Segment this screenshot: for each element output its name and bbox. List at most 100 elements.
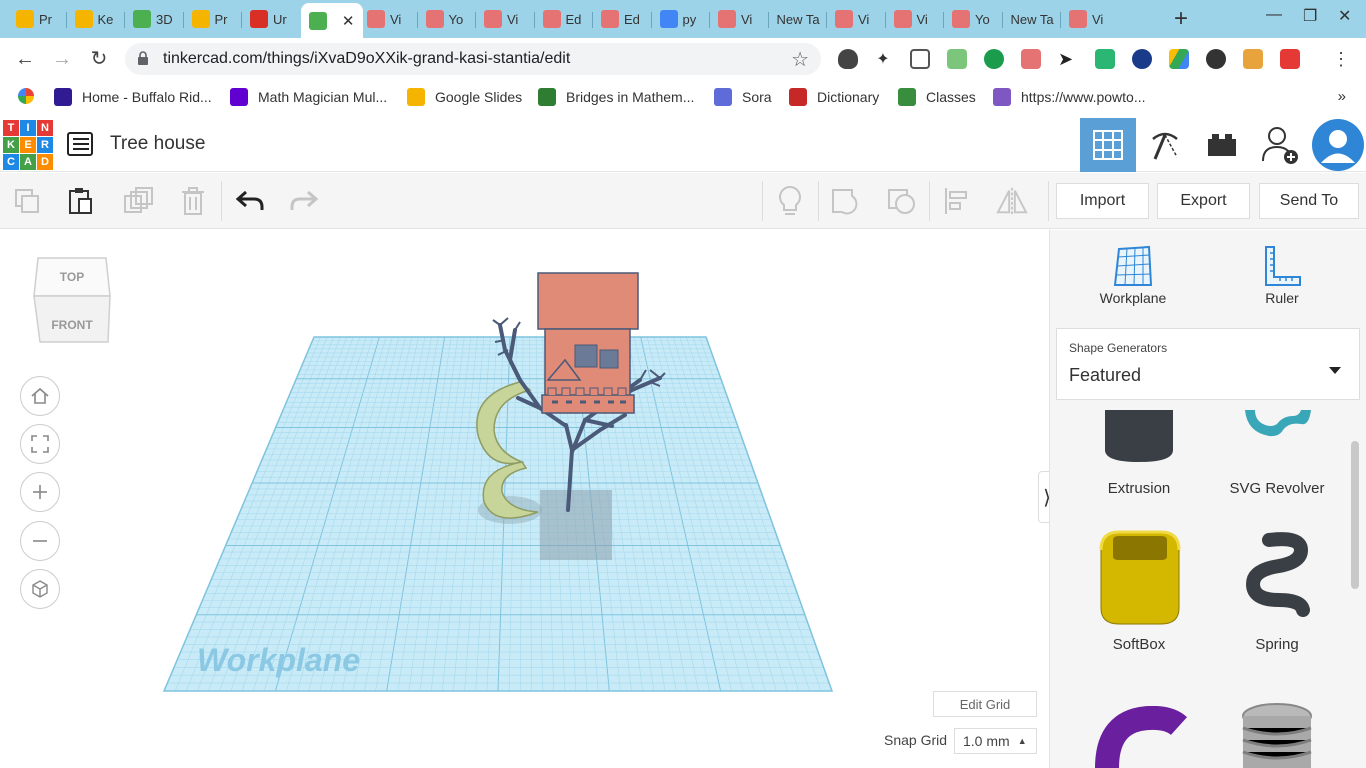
forward-icon[interactable]: → xyxy=(49,46,75,72)
bookmark-item[interactable]: Classes xyxy=(898,88,976,106)
bookmark-label: Sora xyxy=(742,89,772,105)
undo-icon xyxy=(236,190,264,210)
browser-tab[interactable]: New Ta xyxy=(769,4,826,34)
browser-tab[interactable]: Yo xyxy=(944,4,1001,34)
send-to-button[interactable]: Send To xyxy=(1259,183,1359,219)
bookmark-item[interactable]: Math Magician Mul... xyxy=(230,88,387,106)
blocks-view-button[interactable] xyxy=(1137,118,1193,172)
bookmark-item[interactable]: https://www.powto... xyxy=(993,88,1146,106)
copy-button[interactable] xyxy=(11,185,43,217)
tab-favicon-icon xyxy=(893,10,912,28)
export-button[interactable]: Export xyxy=(1157,183,1250,219)
minimize-icon[interactable]: — xyxy=(1266,6,1282,24)
browser-tab[interactable]: Ke xyxy=(67,4,124,34)
browser-tab[interactable]: Vi xyxy=(827,4,884,34)
address-bar[interactable]: tinkercad.com/things/iXvaD9oXXik-grand-k… xyxy=(125,43,821,75)
tab-label: Vi xyxy=(916,11,928,27)
bookmarks-more[interactable]: » xyxy=(1338,88,1346,105)
add-user-button[interactable] xyxy=(1252,118,1308,172)
duplicate-button[interactable] xyxy=(122,185,154,217)
shape-svg-revolver[interactable]: SVG Revolver xyxy=(1217,410,1337,497)
pin-extension-icon[interactable] xyxy=(984,49,1004,69)
browser-tab[interactable]: Yo xyxy=(418,4,475,34)
browser-tab[interactable]: Vi xyxy=(710,4,767,34)
close-tab-icon[interactable]: ✕ xyxy=(342,12,355,30)
restore-icon[interactable]: ❐ xyxy=(1303,6,1317,26)
3d-design-view-button[interactable] xyxy=(1080,118,1136,172)
browser-tab[interactable]: Vi xyxy=(359,4,416,34)
tab-favicon-icon xyxy=(659,10,678,28)
spring-shape-icon xyxy=(1245,532,1310,617)
screen-extension-icon[interactable] xyxy=(947,49,967,69)
menu-kebab-icon[interactable]: ⋮ xyxy=(1328,46,1354,72)
bookmark-item[interactable]: Home - Buffalo Rid... xyxy=(54,88,212,106)
bird-extension-icon[interactable]: ✦ xyxy=(873,49,893,69)
align-button[interactable] xyxy=(941,185,973,217)
bookmark-item[interactable]: Google Slides xyxy=(407,88,522,106)
puzzle-extension-icon[interactable] xyxy=(1243,49,1263,69)
shape-generators-dropdown[interactable]: Shape Generators Featured xyxy=(1056,328,1360,400)
tab-label: New Ta xyxy=(776,11,820,27)
caret-down-icon xyxy=(1329,367,1341,374)
paste-button[interactable] xyxy=(65,185,97,217)
shape-softbox[interactable]: SoftBox xyxy=(1079,526,1199,653)
import-button[interactable]: Import xyxy=(1056,183,1149,219)
browser-tab[interactable]: Pr xyxy=(8,4,65,34)
user-avatar[interactable] xyxy=(1310,118,1366,172)
3d-viewport[interactable]: TOP FRONT Workplane Edit Grid Snap Grid … xyxy=(0,230,1056,768)
browser-tab[interactable]: Ed xyxy=(593,4,650,34)
bookmark-item[interactable]: Dictionary xyxy=(789,88,879,106)
shapes-panel-scrollbar[interactable] xyxy=(1351,441,1359,589)
shape-spring[interactable]: Spring xyxy=(1217,526,1337,653)
circles-extension-icon[interactable] xyxy=(1206,49,1226,69)
new-tab-button[interactable]: + xyxy=(1170,5,1192,33)
drive-extension-icon[interactable] xyxy=(1169,49,1189,69)
browser-tab[interactable]: ✕ xyxy=(300,3,363,38)
group-button[interactable] xyxy=(830,185,862,217)
browser-tab[interactable]: py xyxy=(652,4,709,34)
project-title[interactable]: Tree house xyxy=(110,133,205,155)
mirror-button[interactable] xyxy=(996,185,1028,217)
browser-tab[interactable]: 3D xyxy=(125,4,182,34)
browser-tab[interactable]: Pr xyxy=(184,4,241,34)
bricks-view-button[interactable] xyxy=(1194,118,1250,172)
browser-tab[interactable]: Ed xyxy=(535,4,592,34)
ruler-tool[interactable]: Ruler xyxy=(1237,242,1327,306)
browser-tab[interactable]: Vi xyxy=(476,4,533,34)
redo-button[interactable] xyxy=(288,185,320,217)
shield-extension-icon[interactable] xyxy=(838,49,858,69)
workplane-scene[interactable] xyxy=(0,230,1048,768)
reload-icon[interactable]: ↻ xyxy=(86,46,112,72)
close-window-icon[interactable]: ✕ xyxy=(1338,6,1351,26)
delete-button[interactable] xyxy=(177,185,209,217)
ungroup-button[interactable] xyxy=(886,185,918,217)
workplane-tool[interactable]: Workplane xyxy=(1088,242,1178,306)
browser-tab[interactable]: Vi xyxy=(1061,4,1118,34)
tinkercad-logo[interactable]: TIN KER CAD xyxy=(3,120,53,170)
k-extension-icon[interactable] xyxy=(1132,49,1152,69)
bookmark-star-icon[interactable]: ☆ xyxy=(791,47,809,72)
browser-tab[interactable]: New Ta xyxy=(1003,4,1060,34)
screencastify-extension-icon[interactable] xyxy=(1021,49,1041,69)
apps-bookmark[interactable] xyxy=(18,88,44,104)
tab-favicon-icon xyxy=(308,11,327,30)
snap-grid-select[interactable]: 1.0 mm ▲ xyxy=(954,728,1037,754)
kami-extension-icon[interactable] xyxy=(1095,49,1115,69)
cursor-extension-icon[interactable]: ➤ xyxy=(1058,49,1078,69)
treehouse-shape[interactable] xyxy=(537,272,639,414)
design-list-icon[interactable] xyxy=(67,132,93,156)
browser-tab[interactable]: Vi xyxy=(886,4,943,34)
shape-screw[interactable] xyxy=(1217,702,1337,768)
ruler-icon xyxy=(1265,246,1301,286)
grid-extension-icon[interactable] xyxy=(910,49,930,69)
back-icon[interactable]: ← xyxy=(12,46,38,72)
bookmark-item[interactable]: Sora xyxy=(714,88,772,106)
shape-extrusion[interactable]: Extrusion xyxy=(1079,410,1199,497)
pocket-extension-icon[interactable] xyxy=(1280,49,1300,69)
shape-pipe-bend[interactable] xyxy=(1079,705,1199,768)
browser-tab[interactable]: Ur xyxy=(242,4,299,34)
edit-grid-button[interactable]: Edit Grid xyxy=(933,691,1037,717)
undo-button[interactable] xyxy=(234,185,266,217)
bookmark-item[interactable]: Bridges in Mathem... xyxy=(538,88,694,106)
notes-button[interactable] xyxy=(774,185,806,217)
